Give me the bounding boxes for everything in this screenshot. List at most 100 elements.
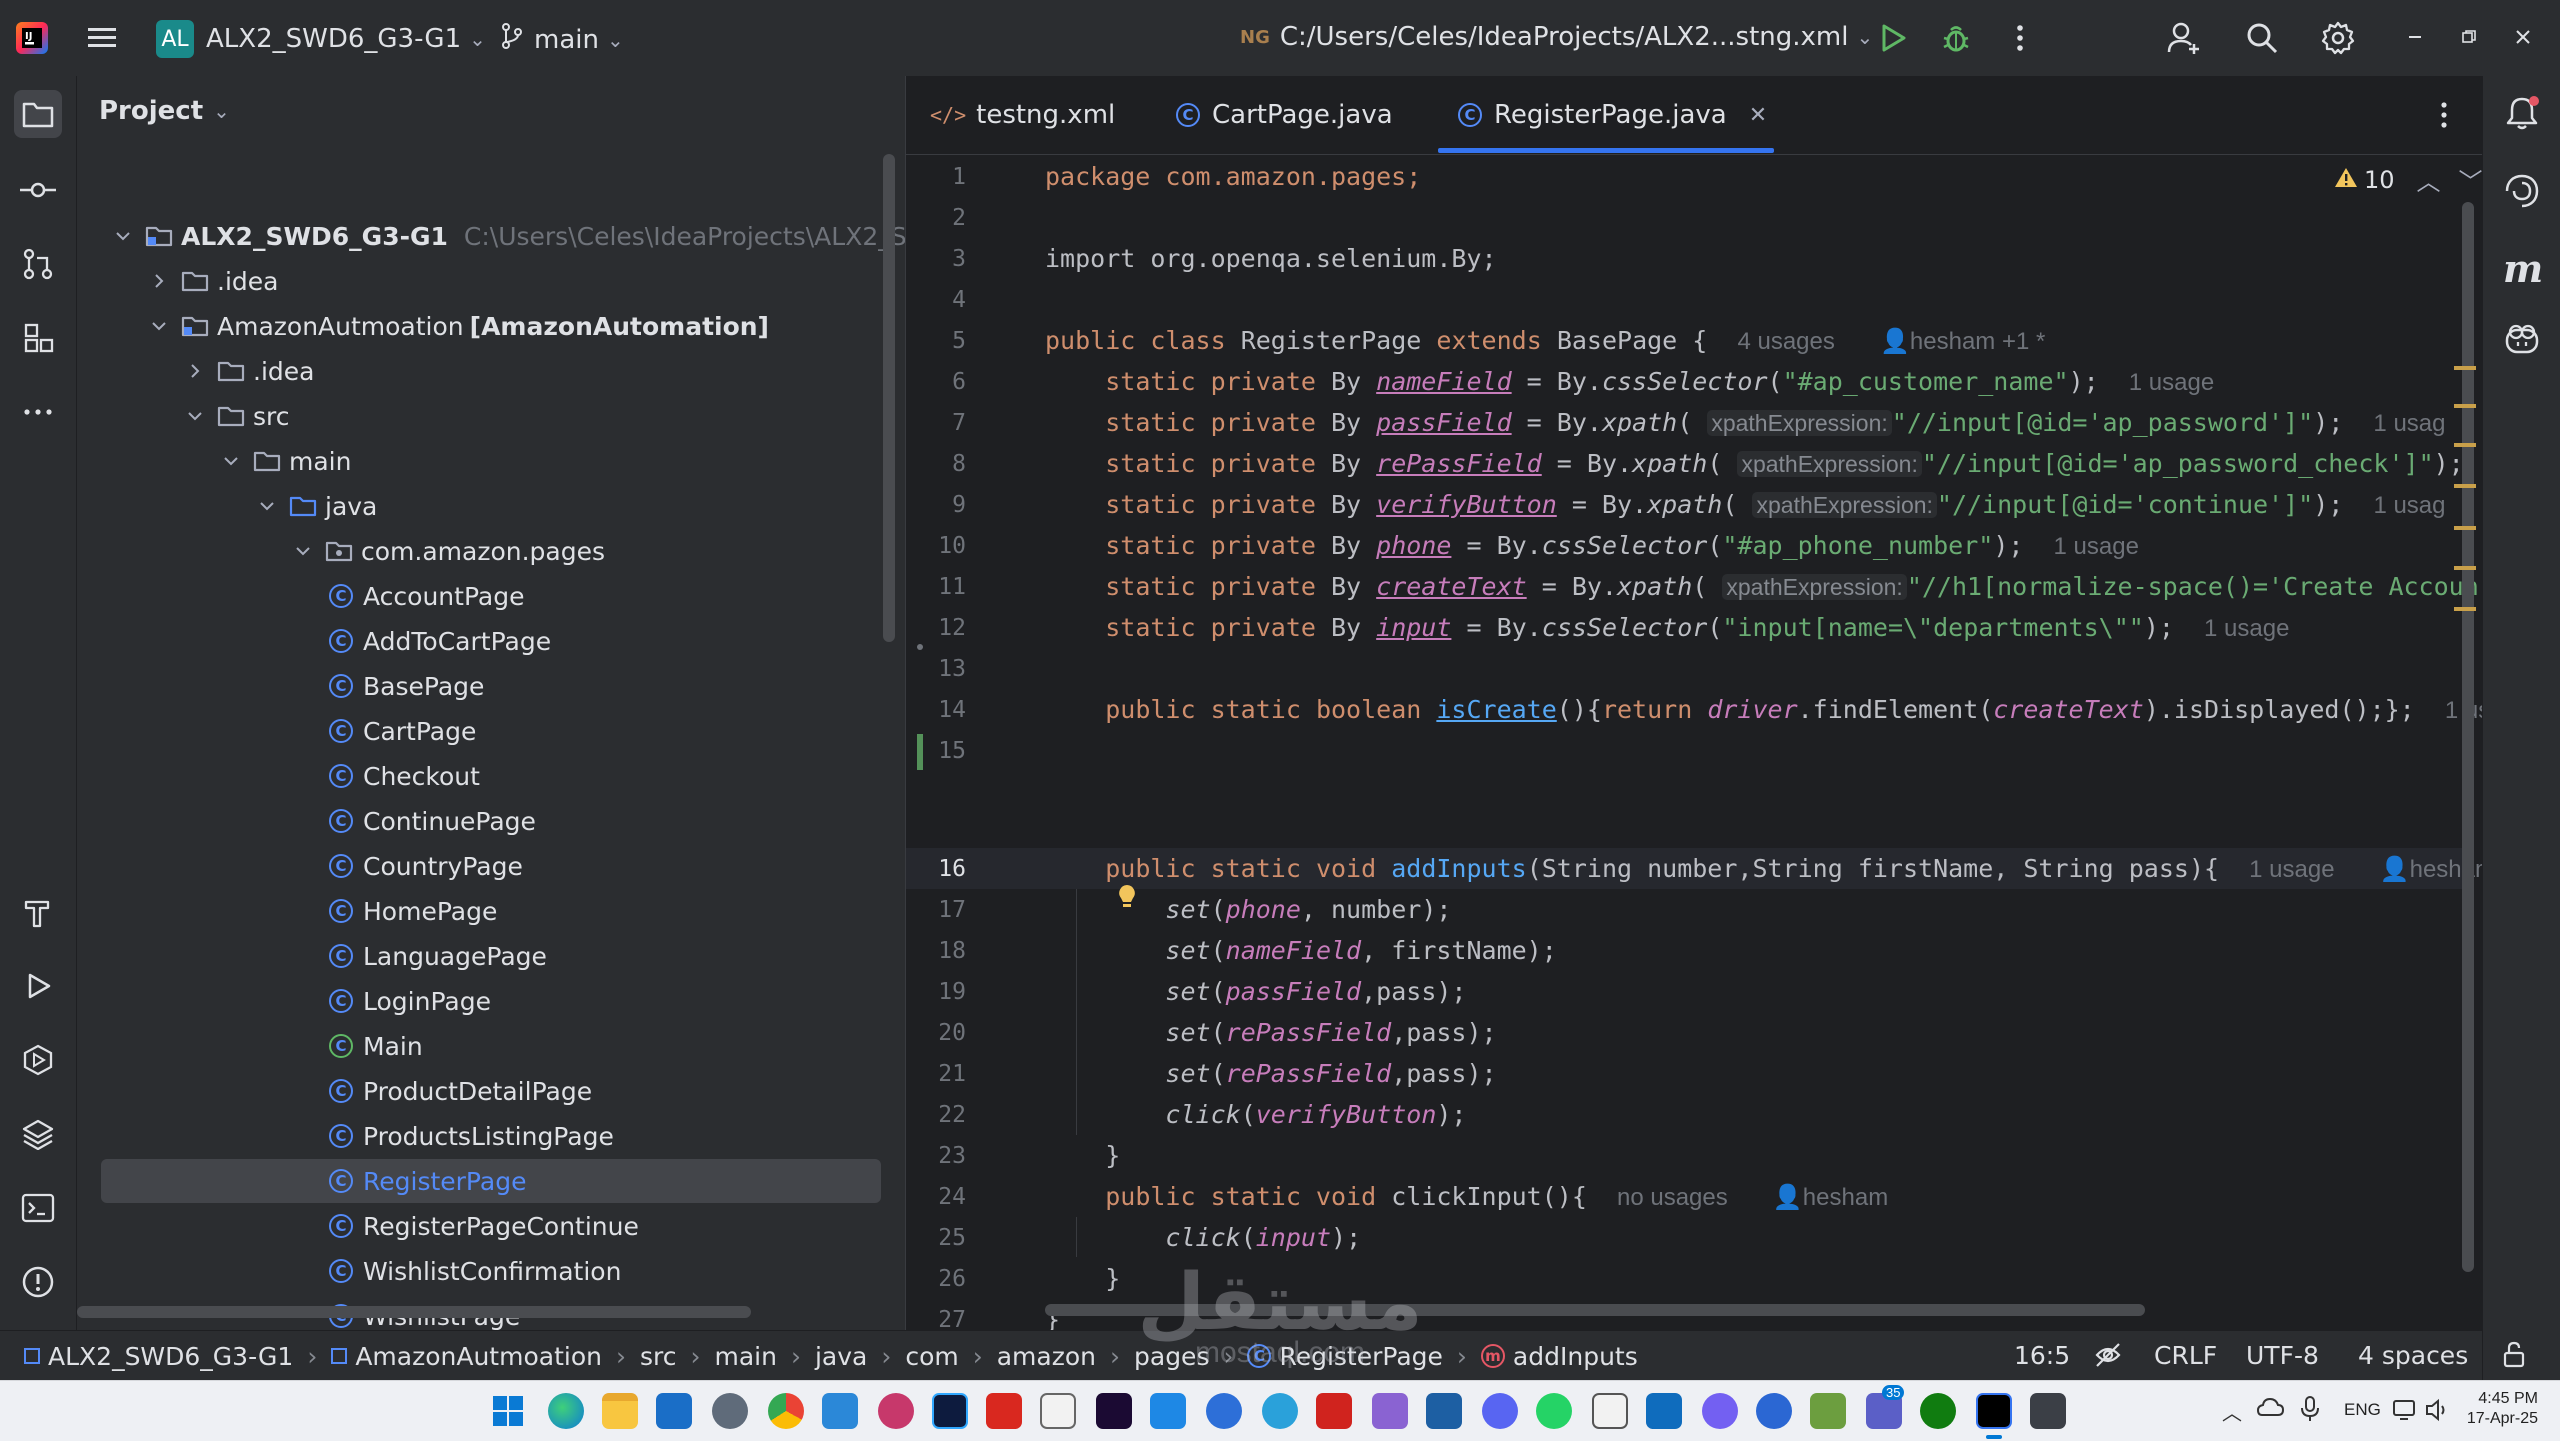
calculator-icon[interactable]	[2030, 1393, 2066, 1429]
tree-item-accountpage[interactable]: C AccountPage	[77, 574, 905, 618]
tree-item-countrypage[interactable]: C CountryPage	[77, 844, 905, 888]
tree-item-src[interactable]: src	[77, 394, 905, 438]
whatsapp-icon[interactable]	[1536, 1393, 1572, 1429]
warning-stripe[interactable]	[2454, 484, 2476, 488]
run-icon[interactable]	[1876, 22, 1908, 58]
chevron-right-icon[interactable]	[147, 269, 171, 293]
main-menu-icon[interactable]	[86, 22, 118, 54]
tab-registerpage-java[interactable]: C RegisterPage.java ✕	[1458, 76, 1767, 154]
breadcrumb-item[interactable]: main	[714, 1342, 776, 1371]
close-tab-icon[interactable]: ✕	[1749, 103, 1767, 128]
tree-item-idea[interactable]: .idea	[77, 259, 905, 303]
calendar-icon[interactable]	[1592, 1393, 1628, 1429]
settings-app-icon[interactable]	[712, 1393, 748, 1429]
editor-horizontal-scrollbar[interactable]	[1045, 1304, 2145, 1316]
tree-item-loginpage[interactable]: C LoginPage	[77, 979, 905, 1023]
tree-item-java[interactable]: java	[77, 484, 905, 528]
tree-item-registerpage[interactable]: C RegisterPage	[77, 1159, 905, 1203]
chevron-down-icon[interactable]	[291, 539, 315, 563]
tree-item-main[interactable]: main	[77, 439, 905, 483]
breadcrumb-item[interactable]: java	[815, 1342, 867, 1371]
caret-position[interactable]: 16:5	[2014, 1341, 2070, 1370]
settings-gear-icon[interactable]	[2320, 20, 2356, 60]
tree-item-basepage[interactable]: C BasePage	[77, 664, 905, 708]
illustrator-alt-icon[interactable]	[1040, 1393, 1076, 1429]
language-indicator[interactable]: ENG	[2344, 1400, 2381, 1420]
run-config-selector[interactable]: NG C:/Users/Celes/IdeaProjects/ALX2...st…	[1240, 22, 1873, 52]
virtualbox-icon[interactable]	[1426, 1393, 1462, 1429]
chevron-down-icon[interactable]	[147, 314, 171, 338]
tree-horizontal-scrollbar[interactable]	[77, 1306, 751, 1318]
volume-icon[interactable]	[2424, 1397, 2450, 1427]
terminal-tool-icon[interactable]	[14, 1184, 62, 1232]
services-tool-icon[interactable]	[14, 1036, 62, 1084]
tab-testng-xml[interactable]: </> testng.xml	[930, 76, 1115, 154]
tree-item-languagepage[interactable]: C LanguagePage	[77, 934, 905, 978]
tree-item-idea[interactable]: .idea	[77, 349, 905, 393]
photoshop-icon[interactable]	[932, 1393, 968, 1429]
tab-cartpage-java[interactable]: C CartPage.java	[1176, 76, 1393, 154]
warning-stripe[interactable]	[2454, 443, 2476, 447]
tree-item-continuepage[interactable]: C ContinuePage	[77, 799, 905, 843]
anydesk-icon[interactable]	[1316, 1393, 1352, 1429]
tree-vertical-scrollbar[interactable]	[883, 154, 895, 642]
clock[interactable]: 4:45 PM 17-Apr-25	[2452, 1389, 2538, 1429]
breadcrumb-item[interactable]: AmazonAutmoation	[331, 1342, 602, 1371]
chevron-right-icon[interactable]	[183, 359, 207, 383]
file-encoding[interactable]: UTF-8	[2246, 1341, 2319, 1370]
viber-icon[interactable]	[1702, 1393, 1738, 1429]
build-hammer-icon[interactable]	[14, 888, 62, 936]
author-hint[interactable]: 👤hesham +1 *	[1880, 328, 2045, 355]
search-icon[interactable]	[2244, 20, 2280, 60]
breadcrumb-item[interactable]: m addInputs	[1480, 1342, 1638, 1371]
screen-tool-icon[interactable]	[1756, 1393, 1792, 1429]
photos-icon[interactable]	[1150, 1393, 1186, 1429]
minecraft-icon[interactable]	[1810, 1393, 1846, 1429]
cluster-app-icon[interactable]	[878, 1393, 914, 1429]
intellij-logo-icon[interactable]: IJ	[14, 20, 50, 56]
breadcrumb-item[interactable]: pages	[1134, 1342, 1209, 1371]
debug-icon[interactable]	[1940, 22, 1972, 58]
restore-button[interactable]	[2454, 22, 2484, 52]
indentation[interactable]: 4 spaces	[2358, 1341, 2468, 1370]
microphone-icon[interactable]	[2300, 1395, 2320, 1427]
chevron-down-icon[interactable]	[255, 494, 279, 518]
warning-stripe[interactable]	[2454, 404, 2476, 408]
tree-item-checkout[interactable]: C Checkout	[77, 754, 905, 798]
more-tools-icon[interactable]	[14, 388, 62, 436]
problems-tool-icon[interactable]	[14, 1258, 62, 1306]
file-explorer-icon[interactable]	[602, 1393, 638, 1429]
premiere-icon[interactable]	[1096, 1393, 1132, 1429]
line-ending[interactable]: CRLF	[2154, 1341, 2217, 1370]
more-actions-icon[interactable]	[2010, 22, 2030, 58]
structure-tool-icon[interactable]	[14, 314, 62, 362]
intellij-taskbar-icon[interactable]	[1976, 1393, 2012, 1429]
tree-item-addtocartpage[interactable]: C AddToCartPage	[77, 619, 905, 663]
breadcrumb-item[interactable]: amazon	[997, 1342, 1096, 1371]
tree-item-com-amazon-pages[interactable]: com.amazon.pages	[77, 529, 905, 573]
warning-stripe[interactable]	[2454, 526, 2476, 530]
maven-icon[interactable]: m	[2503, 246, 2543, 291]
readonly-toggle-icon[interactable]	[2094, 1341, 2122, 1375]
project-panel-header[interactable]: Project ⌄	[99, 96, 230, 126]
usages-hint[interactable]: 4 usages	[1737, 328, 1834, 355]
vscode-icon[interactable]	[822, 1393, 858, 1429]
acrobat-icon[interactable]	[986, 1393, 1022, 1429]
branch-switcher[interactable]: main ⌄	[500, 22, 624, 57]
warning-stripe[interactable]	[2454, 607, 2476, 611]
project-switcher[interactable]: AL ALX2_SWD6_G3-G1 ⌄	[156, 20, 486, 58]
layers-tool-icon[interactable]	[14, 1110, 62, 1158]
breadcrumb-item[interactable]: src	[640, 1342, 677, 1371]
discord-icon[interactable]	[1482, 1393, 1518, 1429]
breadcrumb-item[interactable]: ALX2_SWD6_G3-G1	[24, 1342, 293, 1371]
tab-options-icon[interactable]	[2436, 100, 2452, 134]
warning-stripe[interactable]	[2454, 566, 2476, 570]
game-icon[interactable]	[1372, 1393, 1408, 1429]
copilot-icon[interactable]	[2503, 320, 2541, 362]
run-tool-icon[interactable]	[14, 962, 62, 1010]
store-icon[interactable]	[656, 1393, 692, 1429]
chevron-down-icon[interactable]	[111, 224, 135, 248]
tree-item-cartpage[interactable]: C CartPage	[77, 709, 905, 753]
breadcrumb-item[interactable]: com	[905, 1342, 958, 1371]
project-tool-icon[interactable]	[14, 90, 62, 138]
